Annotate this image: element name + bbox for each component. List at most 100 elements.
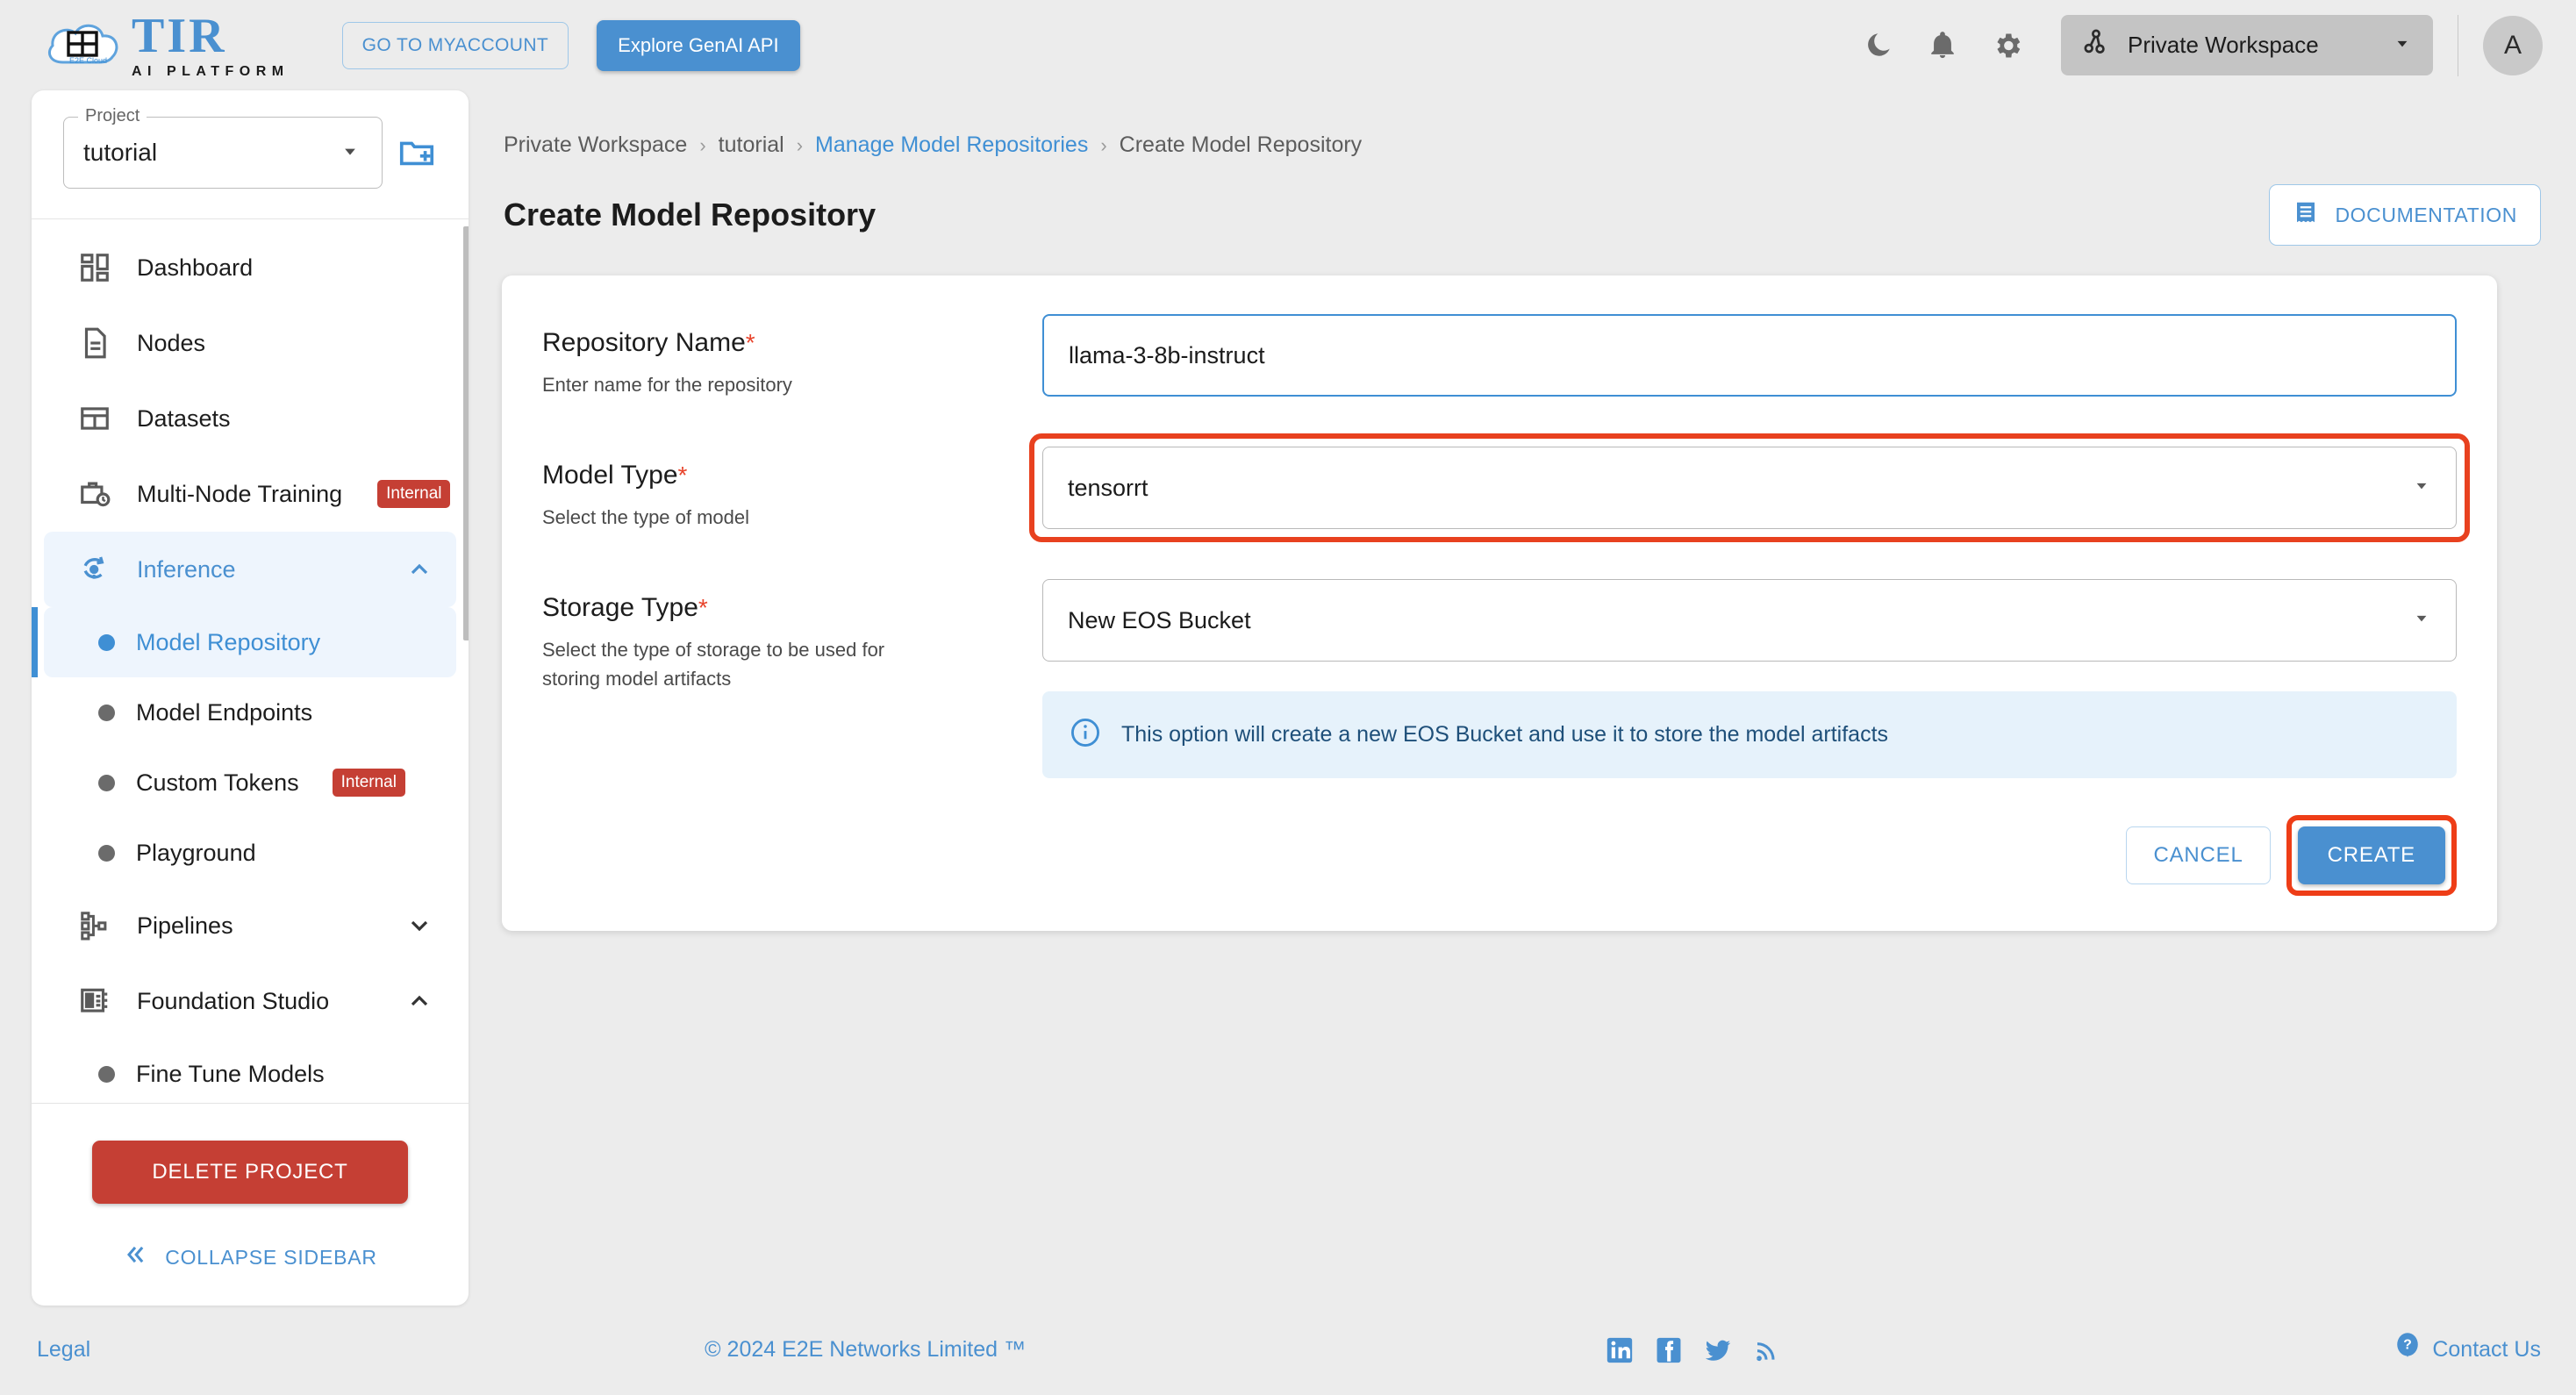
documentation-icon (2293, 199, 2319, 231)
field-repository-name: Repository Name* Enter name for the repo… (542, 314, 2457, 399)
contact-us-link[interactable]: ? Contact Us (2394, 1332, 2541, 1368)
footer: Legal © 2024 E2E Networks Limited ™ ? Co… (0, 1305, 2576, 1395)
pipelines-icon (75, 906, 114, 945)
social-links (1605, 1335, 1780, 1365)
status-badge: Internal (377, 480, 451, 508)
svg-text:E2E Cloud: E2E Cloud (69, 56, 107, 65)
explore-genai-api-button[interactable]: Explore GenAI API (597, 19, 800, 71)
sidebar-footer: DELETE PROJECT COLLAPSE SIDEBAR (32, 1103, 469, 1306)
model-type-value: tensorrt (1068, 474, 1148, 501)
field-model-type: Model Type* Select the type of model ten… (542, 433, 2470, 542)
sidebar-item-model-endpoints[interactable]: Model Endpoints (44, 677, 456, 748)
page-header: Create Model Repository DOCUMENTATION (502, 158, 2541, 246)
facebook-icon[interactable] (1654, 1335, 1684, 1365)
new-folder-icon[interactable] (397, 132, 437, 173)
form-actions: CANCEL CREATE (1042, 815, 2457, 896)
sidebar: Project tutorial Dashboard Nodes Dataset… (32, 90, 469, 1306)
sidebar-item-fine-tune-models[interactable]: Fine Tune Models (44, 1039, 456, 1103)
breadcrumb-item[interactable]: tutorial (719, 132, 784, 158)
chevron-down-icon (338, 139, 362, 168)
project-select[interactable]: Project tutorial (63, 106, 383, 189)
logo-title: TIR (132, 8, 227, 63)
app-logo[interactable]: E2E Cloud TIR AI PLATFORM (42, 11, 290, 80)
sidebar-item-playground[interactable]: Playground (44, 818, 456, 888)
studio-icon (75, 982, 114, 1020)
sidebar-item-label: Inference (137, 555, 236, 583)
sidebar-item-model-repository[interactable]: Model Repository (32, 607, 456, 677)
field-label-block: Repository Name* Enter name for the repo… (542, 314, 1042, 399)
delete-project-button[interactable]: DELETE PROJECT (92, 1141, 408, 1204)
documentation-button[interactable]: DOCUMENTATION (2269, 184, 2541, 246)
sidebar-item-nodes[interactable]: Nodes (44, 305, 456, 381)
sidebar-item-label: Model Repository (136, 628, 321, 655)
sidebar-nav: Dashboard Nodes Datasets Multi-Node Trai… (32, 218, 469, 1103)
field-label: Storage Type* (542, 593, 708, 622)
sidebar-item-label: Custom Tokens (136, 769, 299, 796)
chevron-double-left-icon (123, 1242, 147, 1272)
field-storage-type: Storage Type* Select the type of storage… (542, 579, 2457, 896)
sidebar-item-datasets[interactable]: Datasets (44, 381, 456, 456)
help-icon: ? (2394, 1332, 2422, 1368)
bullet-icon (98, 633, 115, 651)
field-label-block: Model Type* Select the type of model (542, 447, 1042, 532)
sidebar-item-label: Foundation Studio (137, 987, 330, 1014)
sidebar-item-pipelines[interactable]: Pipelines (44, 888, 456, 963)
sidebar-item-label: Datasets (137, 404, 231, 432)
breadcrumb-item[interactable]: Private Workspace (504, 132, 687, 158)
info-text: This option will create a new EOS Bucket… (1121, 722, 1889, 747)
dark-mode-icon[interactable] (1850, 18, 1905, 73)
project-legend: Project (78, 106, 147, 126)
sidebar-item-label: Fine Tune Models (136, 1060, 325, 1087)
field-description: Select the type of model (542, 506, 750, 528)
linkedin-icon[interactable] (1605, 1335, 1635, 1365)
chevron-down-icon (2410, 606, 2433, 635)
create-button-highlight-box: CREATE (2286, 815, 2457, 896)
project-value: tutorial (83, 139, 158, 166)
go-to-myaccount-button[interactable]: GO TO MYACCOUNT (341, 21, 569, 69)
document-icon (75, 324, 114, 362)
breadcrumb-separator: › (1100, 133, 1107, 156)
top-bar-actions: Private Workspace A (1840, 14, 2543, 76)
bullet-icon (98, 774, 115, 791)
cancel-button[interactable]: CANCEL (2126, 826, 2271, 884)
sidebar-item-foundation-studio[interactable]: Foundation Studio (44, 963, 456, 1039)
chevron-down-icon (405, 912, 433, 940)
sidebar-item-label: Nodes (137, 329, 206, 356)
settings-gear-icon[interactable] (1980, 18, 2035, 73)
field-control (1042, 314, 2457, 397)
sidebar-item-inference[interactable]: Inference (44, 532, 456, 607)
sidebar-item-label: Playground (136, 839, 256, 866)
notifications-icon[interactable] (1915, 18, 1970, 73)
e2e-cloud-logo-icon: E2E Cloud (42, 13, 130, 78)
storage-type-select[interactable]: New EOS Bucket (1042, 579, 2457, 662)
chevron-up-icon (405, 555, 433, 583)
field-description: Enter name for the repository (542, 374, 792, 396)
avatar[interactable]: A (2483, 15, 2543, 75)
bullet-icon (98, 704, 115, 721)
app-shell: Project tutorial Dashboard Nodes Dataset… (0, 90, 2576, 1306)
sidebar-item-dashboard[interactable]: Dashboard (44, 230, 456, 305)
chevron-up-icon (405, 987, 433, 1015)
collapse-sidebar-button[interactable]: COLLAPSE SIDEBAR (32, 1204, 469, 1306)
field-label-block: Storage Type* Select the type of storage… (542, 579, 1042, 693)
inference-icon (75, 550, 114, 589)
legal-link[interactable]: Legal (37, 1337, 90, 1363)
collapse-sidebar-label: COLLAPSE SIDEBAR (165, 1245, 377, 1269)
required-marker: * (698, 594, 708, 621)
sidebar-item-label: Pipelines (137, 912, 233, 939)
model-type-select[interactable]: tensorrt (1042, 447, 2457, 529)
main-content: Private Workspace › tutorial › Manage Mo… (469, 90, 2576, 1305)
repository-name-input[interactable] (1042, 314, 2457, 397)
workspace-selector[interactable]: Private Workspace (2061, 15, 2433, 75)
create-button[interactable]: CREATE (2297, 826, 2445, 884)
breadcrumb-separator: › (699, 133, 706, 156)
twitter-icon[interactable] (1703, 1335, 1733, 1365)
field-label: Repository Name* (542, 328, 755, 357)
logo-subtitle: AI PLATFORM (132, 63, 290, 79)
rss-icon[interactable] (1752, 1336, 1780, 1364)
sidebar-scrollbar[interactable] (463, 226, 469, 640)
sidebar-item-custom-tokens[interactable]: Custom Tokens Internal (44, 748, 456, 818)
sidebar-item-multi-node-training[interactable]: Multi-Node Training Internal (44, 456, 456, 532)
breadcrumb-item[interactable]: Manage Model Repositories (815, 132, 1088, 158)
field-description: Select the type of storage to be used fo… (542, 639, 885, 690)
